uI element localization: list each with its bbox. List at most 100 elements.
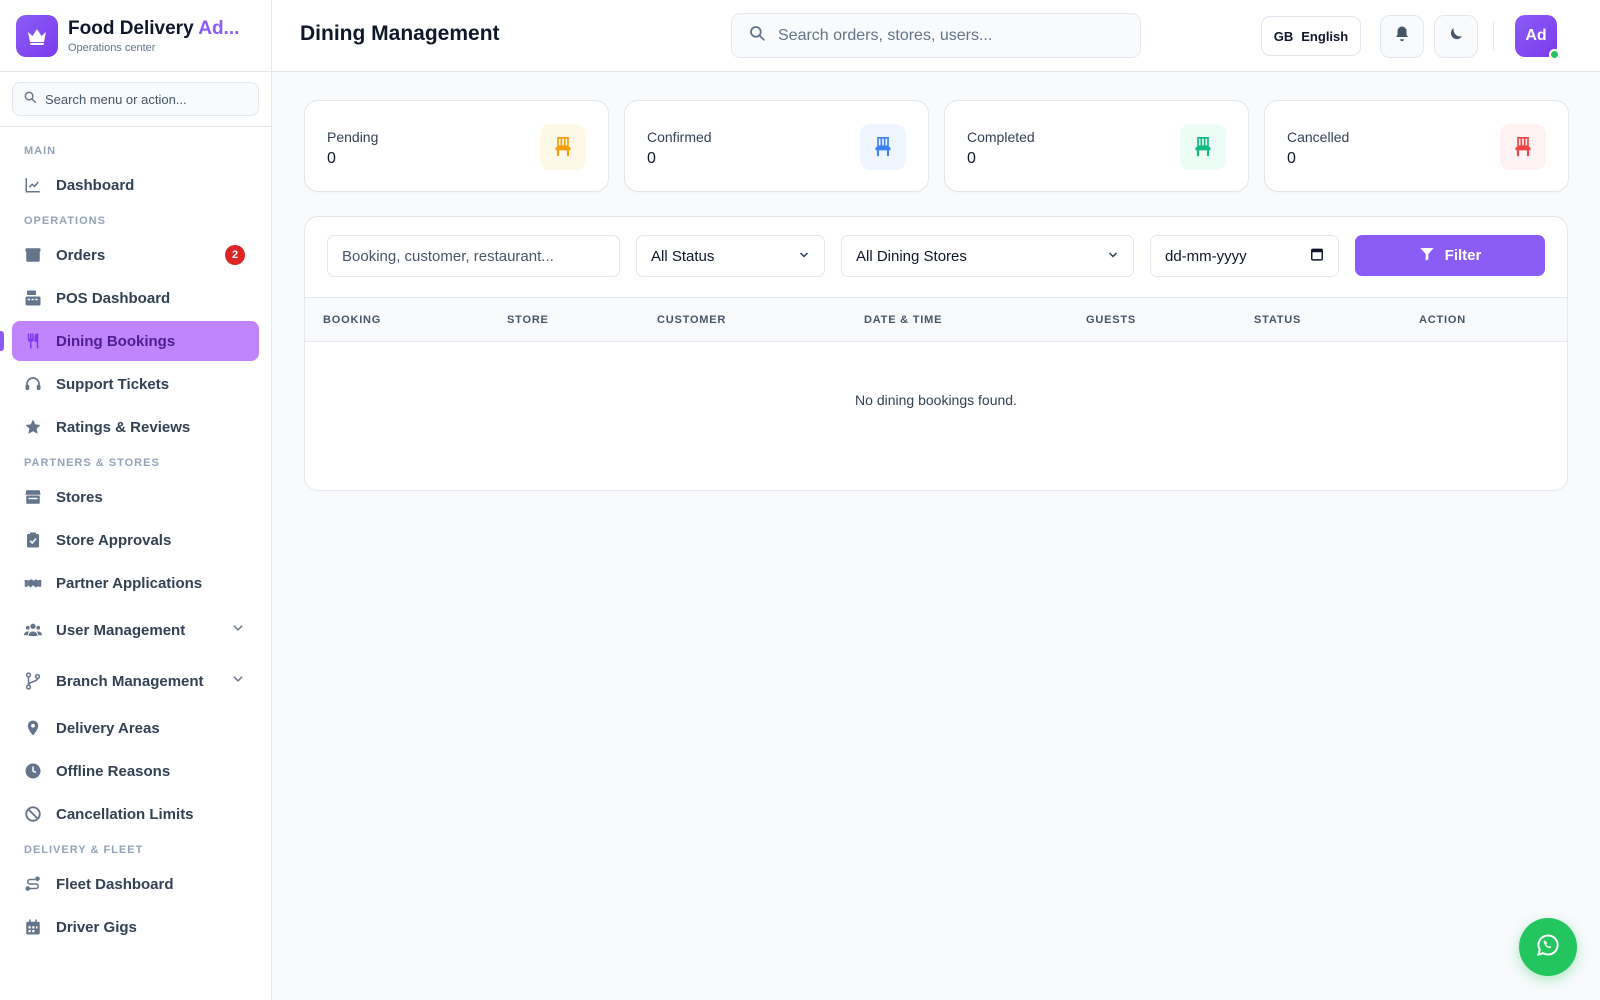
sidebar-item-label: Orders — [56, 246, 106, 264]
store-select[interactable]: All Dining Stores — [841, 235, 1134, 277]
sidebar-item-fleet-dashboard[interactable]: Fleet Dashboard — [12, 864, 259, 904]
filter-bar: All Status All Dining Stores dd-mm-yyyy … — [305, 217, 1567, 298]
divider — [1493, 22, 1494, 50]
sidebar-item-label: Support Tickets — [56, 375, 170, 393]
bell-icon — [1393, 25, 1411, 48]
theme-toggle-button[interactable] — [1434, 15, 1478, 58]
sidebar-item-label: Delivery Areas — [56, 719, 160, 737]
sidebar-item-label: Fleet Dashboard — [56, 875, 174, 893]
sidebar-item-label: User Management — [56, 621, 186, 639]
ban-icon — [24, 805, 42, 823]
status-select[interactable]: All Status — [636, 235, 825, 277]
stat-value: 0 — [967, 150, 976, 167]
column-header: BOOKING — [323, 314, 382, 326]
store-icon — [24, 488, 42, 506]
sidebar-item-label: Dining Bookings — [56, 332, 176, 350]
sidebar-item-stores[interactable]: Stores — [12, 477, 259, 517]
sidebar-item-dashboard[interactable]: Dashboard — [12, 165, 259, 205]
sidebar-item-label: Driver Gigs — [56, 918, 137, 936]
chevron-down-icon[interactable] — [231, 621, 245, 640]
global-search-input[interactable] — [778, 26, 1118, 45]
page-title: Dining Management — [300, 22, 500, 45]
bookings-panel: All Status All Dining Stores dd-mm-yyyy … — [304, 216, 1568, 491]
chevron-down-icon[interactable] — [231, 672, 245, 691]
column-header: STATUS — [1254, 314, 1302, 326]
sidebar-item-label: Stores — [56, 488, 103, 506]
global-search — [731, 13, 1141, 58]
date-field[interactable]: dd-mm-yyyy — [1150, 235, 1339, 277]
online-status-dot — [1549, 49, 1560, 60]
map-pin-icon — [24, 719, 42, 737]
section-main: MAIN — [24, 145, 57, 157]
stat-label: Cancelled — [1287, 129, 1350, 145]
empty-state-message: No dining bookings found. — [855, 392, 1017, 408]
sidebar-item-label: POS Dashboard — [56, 289, 171, 307]
code-branch-icon — [24, 672, 42, 690]
sidebar-item-partner-applications[interactable]: Partner Applications — [12, 563, 259, 603]
notifications-button[interactable] — [1380, 15, 1424, 58]
chart-line-icon — [24, 176, 42, 194]
sidebar-item-support[interactable]: Support Tickets — [12, 364, 259, 404]
filter-button-label: Filter — [1444, 247, 1482, 264]
column-header: CUSTOMER — [657, 314, 727, 326]
users-icon — [24, 621, 42, 639]
column-header: ACTION — [1419, 314, 1466, 326]
column-header: GUESTS — [1086, 314, 1137, 326]
stat-label: Confirmed — [647, 129, 712, 145]
calendar-icon — [24, 918, 42, 936]
section-partners: PARTNERS & STORES — [24, 457, 160, 469]
sidebar-item-label: Store Approvals — [56, 531, 172, 549]
calendar-icon[interactable] — [1310, 247, 1324, 265]
filter-button[interactable]: Filter — [1355, 235, 1545, 276]
language-code: GB — [1273, 28, 1294, 44]
sidebar-item-orders[interactable]: Orders 2 — [12, 235, 259, 275]
booking-search-field — [327, 235, 620, 277]
chair-icon — [1180, 124, 1226, 170]
sidebar-item-cancellation-limits[interactable]: Cancellation Limits — [12, 794, 259, 834]
sidebar-item-branch-management[interactable]: Branch Management — [12, 657, 259, 705]
chair-icon — [1500, 124, 1546, 170]
sidebar-item-driver-gigs[interactable]: Driver Gigs — [12, 907, 259, 947]
clock-icon — [24, 762, 42, 780]
sidebar-item-ratings[interactable]: Ratings & Reviews — [12, 407, 259, 447]
sidebar-search — [12, 82, 259, 116]
sidebar-item-label: Ratings & Reviews — [56, 418, 191, 436]
brand-title: Food Delivery Ad... — [68, 17, 240, 39]
sidebar-item-user-management[interactable]: User Management — [12, 606, 259, 654]
column-header: STORE — [507, 314, 549, 326]
crown-icon — [16, 14, 58, 57]
language-label: English — [1301, 28, 1349, 44]
avatar[interactable]: Ad — [1515, 15, 1560, 60]
whatsapp-button[interactable] — [1519, 918, 1577, 976]
sidebar-item-store-approvals[interactable]: Store Approvals — [12, 520, 259, 560]
stat-label: Pending — [327, 129, 379, 145]
search-icon — [23, 90, 37, 109]
store-select-value: All Dining Stores — [856, 247, 967, 265]
section-delivery: DELIVERY & FLEET — [24, 844, 144, 856]
utensils-icon — [24, 332, 42, 350]
language-button[interactable]: GB English — [1261, 16, 1361, 56]
route-icon — [24, 875, 42, 893]
stat-card-confirmed: Confirmed 0 — [624, 100, 929, 192]
chevron-down-icon — [798, 248, 810, 265]
sidebar-item-label: Dashboard — [56, 176, 135, 194]
sidebar-search-input[interactable] — [45, 91, 245, 107]
sidebar-nav: MAIN Dashboard OPERATIONS Orders 2 POS D… — [0, 127, 271, 947]
stat-card-completed: Completed 0 — [944, 100, 1249, 192]
sidebar-item-offline-reasons[interactable]: Offline Reasons — [12, 751, 259, 791]
sidebar-item-label: Offline Reasons — [56, 762, 171, 780]
funnel-icon — [1419, 246, 1435, 266]
sidebar-item-label: Branch Management — [56, 672, 204, 690]
chair-icon — [540, 124, 586, 170]
sidebar-item-dining[interactable]: Dining Bookings — [0, 321, 259, 361]
sidebar-item-pos[interactable]: POS Dashboard — [12, 278, 259, 318]
stat-value: 0 — [327, 150, 336, 167]
topbar: Dining Management GB English Ad — [272, 0, 1600, 72]
chevron-down-icon — [1107, 248, 1119, 265]
sidebar-item-label: Cancellation Limits — [56, 805, 194, 823]
cash-register-icon — [24, 289, 42, 307]
handshake-icon — [24, 574, 42, 592]
sidebar-item-delivery-areas[interactable]: Delivery Areas — [12, 708, 259, 748]
booking-search-input[interactable] — [342, 247, 605, 265]
star-icon — [24, 418, 42, 436]
